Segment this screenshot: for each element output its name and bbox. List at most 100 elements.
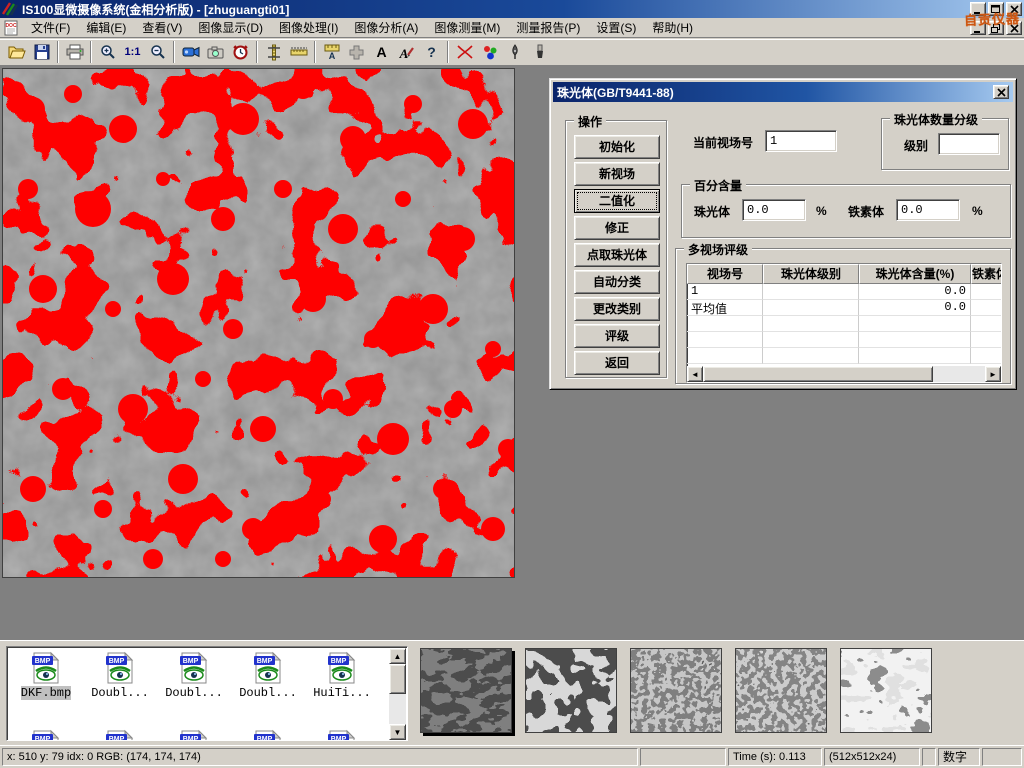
current-field-input[interactable] (765, 130, 837, 152)
application-window: IS100显微摄像系统(金相分析版) - [zhuguangti01] 自贡仪器… (0, 0, 1024, 768)
change-class-button[interactable]: 更改类别 (574, 297, 660, 321)
annotate-tool-button[interactable]: A (394, 40, 419, 64)
thumbnail-1-selected[interactable] (420, 648, 512, 733)
maximize-button[interactable] (988, 2, 1004, 16)
cell-grade (763, 284, 859, 300)
file-item[interactable] (231, 729, 305, 741)
scroll-left-button[interactable]: ◄ (687, 366, 703, 382)
file-item[interactable]: Doubl... (157, 651, 231, 700)
scrollbar-thumb[interactable] (703, 366, 933, 382)
menu-image-display[interactable]: 图像显示(D) (190, 18, 271, 38)
file-name[interactable]: Doubl... (239, 686, 297, 700)
file-list-scrollbar[interactable]: ▲ ▼ (389, 648, 406, 740)
file-list[interactable]: DKF.bmp Doubl... Doubl... Doubl... HuiTi… (6, 646, 408, 741)
pen-icon (509, 44, 521, 60)
thumbnail-3[interactable] (630, 648, 722, 733)
menu-edit[interactable]: 编辑(E) (78, 18, 134, 38)
table-row[interactable]: 平均值 0.0 (687, 300, 1001, 316)
file-name[interactable]: HuiTi... (313, 686, 371, 700)
camera-capture-button[interactable] (203, 40, 228, 64)
grade-input[interactable] (938, 133, 1000, 155)
scrollbar-thumb[interactable] (389, 664, 406, 694)
phase-color-button[interactable] (477, 40, 502, 64)
zoom-actual-button[interactable]: 1:1 (120, 40, 145, 64)
table-horizontal-scrollbar[interactable]: ◄ ► (687, 366, 1001, 382)
menu-image-analysis[interactable]: 图像分析(A) (346, 18, 426, 38)
file-item[interactable] (9, 729, 83, 741)
rating-table[interactable]: 视场号 珠光体级别 珠光体含量(%) 铁素体含量(%) 1 0.0 (686, 263, 1002, 383)
ruler-measure-button[interactable] (286, 40, 311, 64)
file-item[interactable]: DKF.bmp (9, 651, 83, 700)
return-button[interactable]: 返回 (574, 351, 660, 375)
printer-icon (66, 44, 84, 60)
menu-view[interactable]: 查看(V) (134, 18, 190, 38)
ferrite-percent-input[interactable] (896, 199, 960, 221)
help-button[interactable]: ? (419, 40, 444, 64)
scroll-right-button[interactable]: ► (985, 366, 1001, 382)
file-item[interactable] (305, 729, 379, 741)
correct-button[interactable]: 修正 (574, 216, 660, 240)
init-button[interactable]: 初始化 (574, 135, 660, 159)
thumbnail-2[interactable] (525, 648, 617, 733)
cell-field: 平均值 (687, 300, 763, 316)
menu-file[interactable]: 文件(F) (23, 18, 78, 38)
save-button[interactable] (29, 40, 54, 64)
curve-tool-button[interactable] (452, 40, 477, 64)
print-button[interactable] (62, 40, 87, 64)
thumbnail-5[interactable] (840, 648, 932, 733)
dialog-close-button[interactable] (993, 85, 1009, 99)
text-tool-button[interactable]: A (369, 40, 394, 64)
new-field-button[interactable]: 新视场 (574, 162, 660, 186)
file-item[interactable]: Doubl... (231, 651, 305, 700)
menu-settings[interactable]: 设置(S) (588, 18, 644, 38)
child-minimize-button[interactable] (970, 21, 986, 35)
file-browser-panel: DKF.bmp Doubl... Doubl... Doubl... HuiTi… (0, 640, 1024, 745)
app-icon (2, 2, 18, 16)
image-size-status: (512x512x24) (824, 748, 920, 766)
brush-tool-button[interactable] (527, 40, 552, 64)
pearlite-unit: % (816, 204, 827, 218)
file-name-selected[interactable]: DKF.bmp (21, 686, 71, 700)
thumbnail-strip (420, 648, 932, 733)
child-close-button[interactable] (1006, 21, 1022, 35)
pen-tool-button[interactable] (502, 40, 527, 64)
document-system-icon[interactable]: DOC (3, 20, 19, 36)
menu-image-measure[interactable]: 图像测量(M) (426, 18, 508, 38)
time-status: Time (s): 0.113 (728, 748, 822, 766)
grid-button[interactable] (344, 40, 369, 64)
menu-bar: DOC 文件(F) 编辑(E) 查看(V) 图像显示(D) 图像处理(I) 图像… (0, 18, 1024, 38)
table-row-empty (687, 348, 1001, 364)
file-item[interactable] (83, 729, 157, 741)
thumbnail-4[interactable] (735, 648, 827, 733)
specimen-image[interactable] (2, 68, 515, 578)
pick-pearlite-button[interactable]: 点取珠光体 (574, 243, 660, 267)
scroll-up-button[interactable]: ▲ (389, 648, 406, 664)
binarize-button[interactable]: 二值化 (574, 189, 660, 213)
close-button[interactable] (1006, 2, 1022, 16)
open-button[interactable] (4, 40, 29, 64)
file-item[interactable]: HuiTi... (305, 651, 379, 700)
clock-icon (233, 44, 248, 60)
menu-help[interactable]: 帮助(H) (644, 18, 701, 38)
timer-button[interactable] (228, 40, 253, 64)
zoom-in-button[interactable] (95, 40, 120, 64)
rate-button[interactable]: 评级 (574, 324, 660, 348)
file-item[interactable]: Doubl... (83, 651, 157, 700)
menu-measure-report[interactable]: 测量报告(P) (508, 18, 588, 38)
minimize-button[interactable] (970, 2, 986, 16)
file-item[interactable] (157, 729, 231, 741)
dialog-title-bar[interactable]: 珠光体(GB/T9441-88) (553, 82, 1013, 102)
scale-annotation-button[interactable]: A (319, 40, 344, 64)
file-name[interactable]: Doubl... (165, 686, 223, 700)
zoom-out-icon (150, 44, 166, 60)
zoom-out-button[interactable] (145, 40, 170, 64)
table-row[interactable]: 1 0.0 (687, 284, 1001, 300)
child-restore-button[interactable] (988, 21, 1004, 35)
caliper-measure-button[interactable] (261, 40, 286, 64)
menu-image-process[interactable]: 图像处理(I) (271, 18, 346, 38)
video-capture-button[interactable] (178, 40, 203, 64)
file-name[interactable]: Doubl... (91, 686, 149, 700)
scroll-down-button[interactable]: ▼ (389, 724, 406, 740)
pearlite-percent-input[interactable] (742, 199, 806, 221)
auto-classify-button[interactable]: 自动分类 (574, 270, 660, 294)
